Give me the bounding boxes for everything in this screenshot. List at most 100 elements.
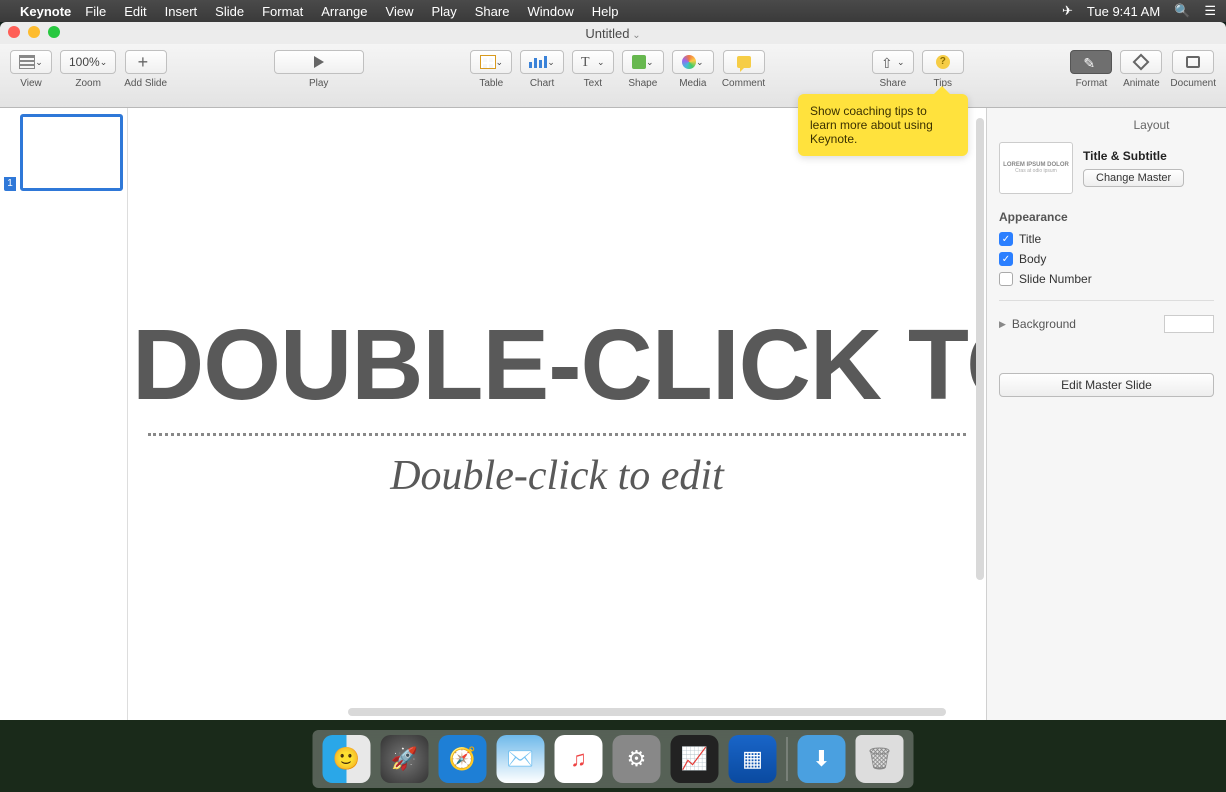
window-zoom-button[interactable] — [48, 26, 60, 38]
menu-help[interactable]: Help — [592, 4, 619, 19]
desktop: 🙂 🚀 🧭 ✉️ ♫ ⚙ 📈 ▦ ⬇ 🗑 — [0, 720, 1226, 792]
document-label: Document — [1170, 78, 1216, 89]
menu-view[interactable]: View — [386, 4, 414, 19]
comment-icon — [737, 56, 751, 68]
menu-slide[interactable]: Slide — [215, 4, 244, 19]
menu-file[interactable]: File — [85, 4, 106, 19]
edit-master-button[interactable]: Edit Master Slide — [999, 373, 1214, 397]
dock-safari[interactable]: 🧭 — [439, 735, 487, 783]
slide-thumbnail[interactable]: 1 — [0, 112, 127, 193]
comment-button[interactable] — [723, 50, 765, 74]
tips-button[interactable]: ? — [922, 50, 964, 74]
master-thumb-sub: Cras at odio ipsum — [1015, 168, 1057, 174]
dock-downloads[interactable]: ⬇ — [798, 735, 846, 783]
window-minimize-button[interactable] — [28, 26, 40, 38]
text-icon — [581, 55, 597, 69]
menu-arrange[interactable]: Arrange — [321, 4, 367, 19]
menu-share[interactable]: Share — [475, 4, 510, 19]
dock: 🙂 🚀 🧭 ✉️ ♫ ⚙ 📈 ▦ ⬇ 🗑 — [313, 730, 914, 788]
shape-label: Shape — [628, 78, 657, 89]
dock-trash[interactable]: 🗑 — [856, 735, 904, 783]
document-button[interactable] — [1172, 50, 1214, 74]
dock-mail[interactable]: ✉️ — [497, 735, 545, 783]
background-disclosure[interactable]: ▶ Background — [999, 315, 1214, 333]
background-label: Background — [1012, 317, 1076, 331]
title-placeholder[interactable]: DOUBLE-CLICK TO EDIT — [138, 308, 970, 423]
format-button[interactable] — [1070, 50, 1112, 74]
horizontal-scrollbar[interactable] — [348, 708, 946, 716]
master-thumbnail[interactable]: LOREM IPSUM DOLOR Cras at odio ipsum — [999, 142, 1073, 194]
add-slide-button[interactable] — [125, 50, 167, 74]
window-close-button[interactable] — [8, 26, 20, 38]
table-icon — [480, 55, 496, 69]
tips-tooltip: Show coaching tips to learn more about u… — [798, 94, 968, 156]
table-button[interactable]: ⌄ — [470, 50, 512, 74]
checkbox-body-label: Body — [1019, 252, 1046, 266]
checkbox-body[interactable] — [999, 252, 1013, 266]
share-icon — [881, 55, 897, 69]
toolbar: ⌄ View 100% ⌄ Zoom Add Slide Play ⌄ Tabl… — [0, 44, 1226, 108]
menubar-clock[interactable]: Tue 9:41 AM — [1087, 4, 1160, 19]
titlebar: Untitled — [0, 22, 1226, 44]
chart-icon — [529, 56, 547, 68]
disclosure-triangle-icon: ▶ — [999, 319, 1006, 330]
share-button[interactable]: ⌄ — [872, 50, 914, 74]
share-label: Share — [879, 78, 906, 89]
format-inspector: Layout LOREM IPSUM DOLOR Cras at odio ip… — [986, 108, 1226, 720]
notification-center-icon[interactable]: ☰ — [1204, 3, 1216, 19]
shape-button[interactable]: ⌄ — [622, 50, 664, 74]
background-swatch[interactable] — [1164, 315, 1214, 333]
checkbox-slidenum-row[interactable]: Slide Number — [999, 272, 1214, 286]
inspector-tab-layout[interactable]: Layout — [1089, 118, 1214, 132]
slide[interactable]: DOUBLE-CLICK TO EDIT Double-click to edi… — [138, 108, 976, 700]
animate-button[interactable] — [1120, 50, 1162, 74]
dock-separator — [787, 737, 788, 781]
vertical-scrollbar[interactable] — [976, 118, 984, 580]
status-icon[interactable]: ✈ — [1062, 3, 1073, 19]
subtitle-placeholder[interactable]: Double-click to edit — [138, 452, 976, 500]
menubar: Keynote File Edit Insert Slide Format Ar… — [0, 0, 1226, 22]
menu-play[interactable]: Play — [431, 4, 456, 19]
menu-edit[interactable]: Edit — [124, 4, 146, 19]
zoom-button[interactable]: 100% ⌄ — [60, 50, 116, 74]
add-slide-label: Add Slide — [124, 78, 167, 89]
dock-activity[interactable]: 📈 — [671, 735, 719, 783]
play-label: Play — [309, 78, 328, 89]
menu-format[interactable]: Format — [262, 4, 303, 19]
checkbox-slidenum[interactable] — [999, 272, 1013, 286]
text-button[interactable]: ⌄ — [572, 50, 614, 74]
divider-dots — [148, 433, 966, 436]
menu-insert[interactable]: Insert — [165, 4, 198, 19]
checkbox-body-row[interactable]: Body — [999, 252, 1214, 266]
table-label: Table — [479, 78, 503, 89]
media-button[interactable]: ⌄ — [672, 50, 714, 74]
view-button[interactable]: ⌄ — [10, 50, 52, 74]
menu-window[interactable]: Window — [527, 4, 573, 19]
checkbox-slidenum-label: Slide Number — [1019, 272, 1092, 286]
dock-launchpad[interactable]: 🚀 — [381, 735, 429, 783]
animate-label: Animate — [1123, 78, 1160, 89]
zoom-label: Zoom — [75, 78, 101, 89]
dock-music[interactable]: ♫ — [555, 735, 603, 783]
slide-canvas[interactable]: DOUBLE-CLICK TO EDIT Double-click to edi… — [128, 108, 986, 720]
slide-thumb-preview[interactable] — [20, 114, 123, 191]
checkbox-title-row[interactable]: Title — [999, 232, 1214, 246]
app-menu[interactable]: Keynote — [20, 4, 71, 19]
dock-keynote[interactable]: ▦ — [729, 735, 777, 783]
slide-navigator[interactable]: 1 — [0, 108, 128, 720]
document-title[interactable]: Untitled — [585, 26, 640, 41]
dock-finder[interactable]: 🙂 — [323, 735, 371, 783]
spotlight-icon[interactable]: 🔍 — [1174, 3, 1190, 19]
play-icon — [314, 56, 324, 68]
animate-icon — [1133, 54, 1150, 71]
checkbox-title[interactable] — [999, 232, 1013, 246]
format-label: Format — [1076, 78, 1108, 89]
view-label: View — [20, 78, 42, 89]
play-button[interactable] — [274, 50, 364, 74]
media-label: Media — [679, 78, 706, 89]
chart-button[interactable]: ⌄ — [520, 50, 564, 74]
comment-label: Comment — [722, 78, 765, 89]
checkbox-title-label: Title — [1019, 232, 1041, 246]
change-master-button[interactable]: Change Master — [1083, 169, 1184, 187]
dock-settings[interactable]: ⚙ — [613, 735, 661, 783]
